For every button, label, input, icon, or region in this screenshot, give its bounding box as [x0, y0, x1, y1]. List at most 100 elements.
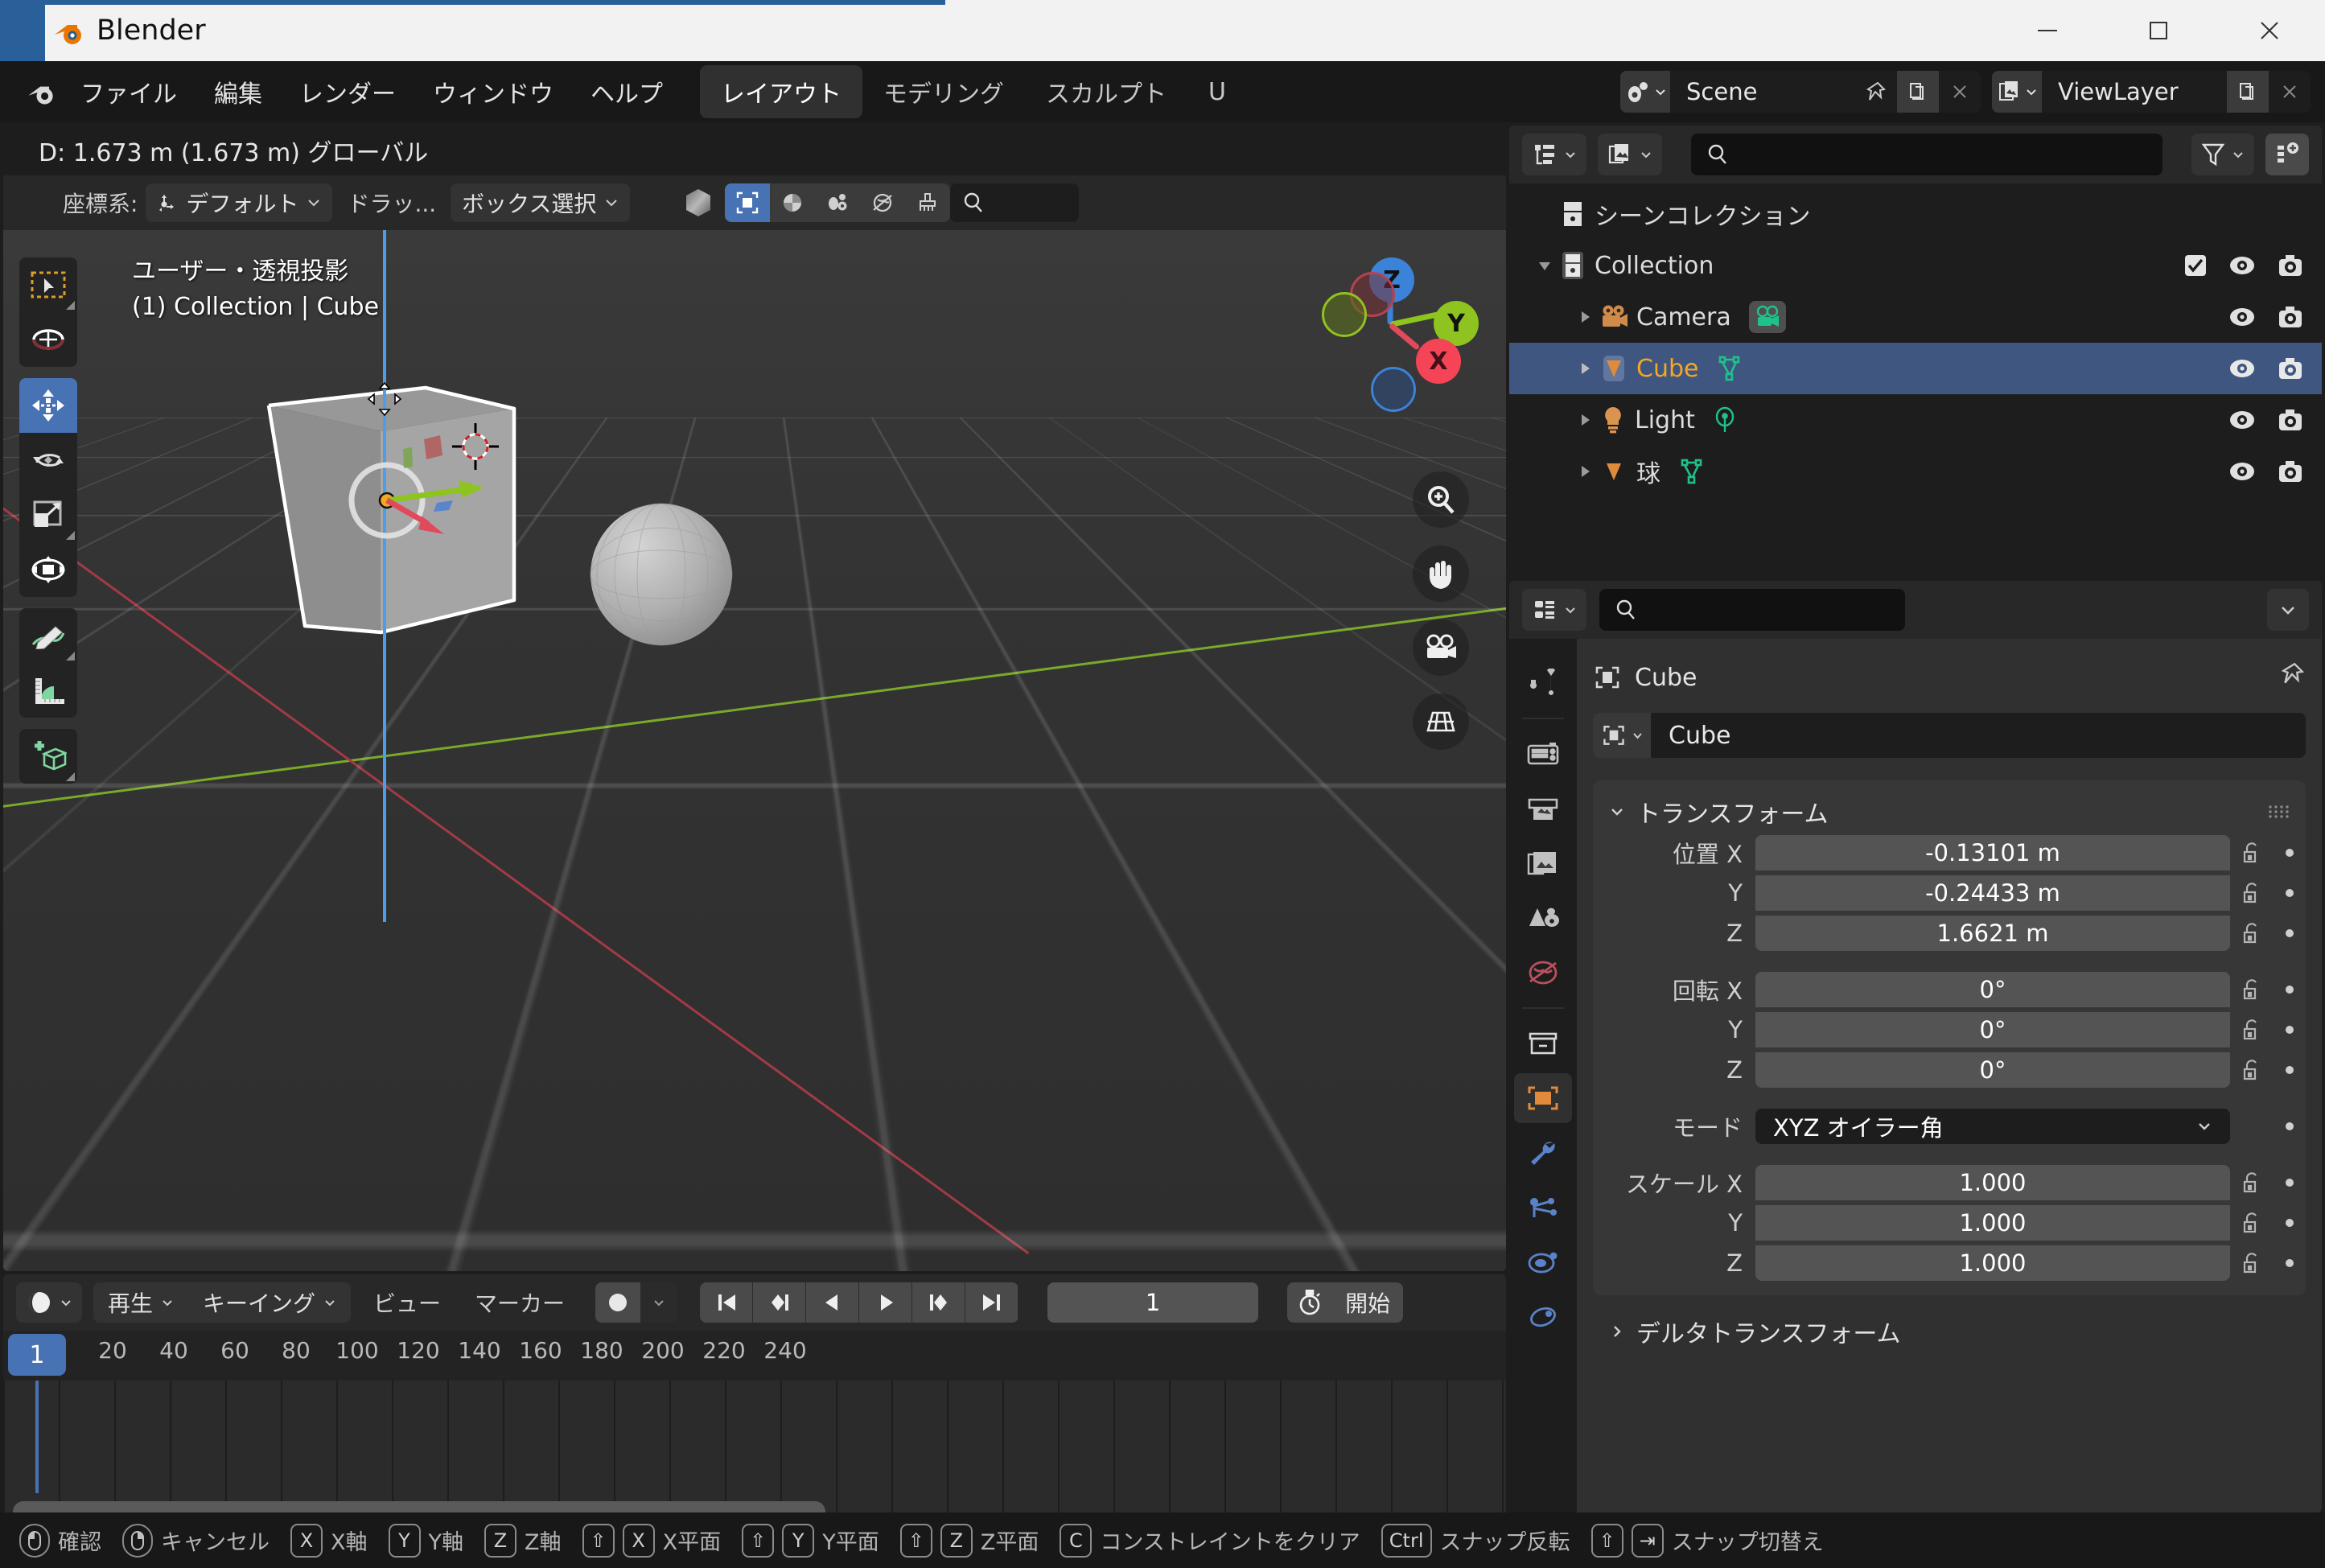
- transform-tool[interactable]: [19, 542, 77, 597]
- lock-icon[interactable]: [2230, 841, 2274, 865]
- camera-render-icon[interactable]: [2277, 305, 2304, 329]
- viewlayer-selector[interactable]: ViewLayer: [1992, 71, 2311, 113]
- record-icon[interactable]: [595, 1282, 640, 1323]
- minimize-icon[interactable]: [1992, 0, 2103, 61]
- location-z-value[interactable]: 1.6621 m: [1755, 916, 2230, 951]
- add-cube-tool[interactable]: [19, 729, 77, 784]
- scale-z-value[interactable]: 1.000: [1755, 1245, 2230, 1281]
- rotation-mode-dropdown[interactable]: XYZ オイラー角: [1755, 1109, 2230, 1144]
- location-y-value[interactable]: -0.24433 m: [1755, 875, 2230, 911]
- measure-tool[interactable]: [19, 663, 77, 718]
- outliner-search-input[interactable]: [1691, 134, 2162, 175]
- outliner-filter-button[interactable]: [2191, 134, 2254, 175]
- menu-render[interactable]: レンダー: [285, 68, 410, 116]
- object-name-field[interactable]: Cube: [1593, 713, 2306, 758]
- current-frame-input[interactable]: 1: [1047, 1282, 1258, 1323]
- zoom-icon[interactable]: [1413, 471, 1469, 528]
- camera-render-icon[interactable]: [2277, 459, 2304, 484]
- lock-icon[interactable]: [2230, 977, 2274, 1002]
- chevron-down-icon[interactable]: [2267, 589, 2309, 631]
- tab-modeling[interactable]: モデリング: [862, 65, 1025, 118]
- maximize-icon[interactable]: [2103, 0, 2214, 61]
- jump-end-icon[interactable]: [965, 1282, 1018, 1323]
- close-icon[interactable]: [2214, 0, 2325, 61]
- scale-x-value[interactable]: 1.000: [1755, 1165, 2230, 1200]
- material-preview-icon[interactable]: [770, 183, 815, 222]
- play-icon[interactable]: [859, 1282, 912, 1323]
- object-tab[interactable]: [1514, 1073, 1572, 1123]
- lock-icon[interactable]: [2230, 1018, 2274, 1042]
- timeline-editor-type-button[interactable]: [16, 1282, 82, 1323]
- scene-tab[interactable]: [1514, 893, 1572, 943]
- outliner-row-sphere[interactable]: 球: [1509, 446, 2322, 497]
- animate-dot-icon[interactable]: [2274, 887, 2306, 899]
- camera-view-icon[interactable]: [1413, 619, 1469, 676]
- viewlayer-tab[interactable]: [1514, 838, 1572, 888]
- toggle-perspective-icon[interactable]: [1413, 693, 1469, 750]
- lock-icon[interactable]: [2230, 1251, 2274, 1275]
- lock-icon[interactable]: [2230, 881, 2274, 905]
- expander-icon[interactable]: [1570, 411, 1599, 429]
- lock-icon[interactable]: [2230, 921, 2274, 945]
- animate-dot-icon[interactable]: [2274, 1064, 2306, 1076]
- select-mode-dropdown[interactable]: ボックス選択: [451, 183, 630, 222]
- animate-dot-icon[interactable]: [2274, 1121, 2306, 1132]
- lock-icon[interactable]: [2230, 1211, 2274, 1235]
- outliner-row-collection[interactable]: Collection: [1509, 240, 2322, 291]
- timeline-track-area[interactable]: [3, 1381, 1506, 1533]
- rendered-icon[interactable]: [815, 183, 860, 222]
- expander-icon[interactable]: [1570, 360, 1599, 377]
- scene-selector[interactable]: Scene: [1620, 71, 1981, 113]
- rotation-z-value[interactable]: 0°: [1755, 1052, 2230, 1088]
- jump-start-icon[interactable]: [700, 1282, 753, 1323]
- expander-icon[interactable]: [1530, 257, 1559, 274]
- menu-playback[interactable]: 再生: [93, 1282, 188, 1323]
- menu-edit[interactable]: 編集: [200, 68, 277, 116]
- close-icon[interactable]: [2269, 71, 2311, 113]
- drag-dots-icon[interactable]: [2267, 798, 2290, 826]
- animate-dot-icon[interactable]: [2274, 1177, 2306, 1188]
- collection-tab[interactable]: [1514, 1019, 1572, 1068]
- menu-keying[interactable]: キーイング: [188, 1282, 351, 1323]
- rotation-x-value[interactable]: 0°: [1755, 972, 2230, 1007]
- timeline-ruler[interactable]: 20 40 60 80 100 120 140 160 180 200 220 …: [3, 1331, 1506, 1381]
- delta-transform-panel-header[interactable]: デルタトランスフォーム: [1593, 1310, 2306, 1353]
- menu-marker[interactable]: マーカー: [463, 1286, 576, 1319]
- expander-icon[interactable]: [1570, 308, 1599, 326]
- camera-render-icon[interactable]: [2277, 408, 2304, 432]
- scene-name[interactable]: Scene: [1670, 71, 1855, 113]
- solid-shading-icon[interactable]: [725, 183, 770, 222]
- cursor-tool[interactable]: [19, 312, 77, 367]
- light-data-icon[interactable]: [1713, 405, 1737, 434]
- eye-icon[interactable]: [2228, 306, 2256, 328]
- rotation-y-value[interactable]: 0°: [1755, 1012, 2230, 1047]
- render-tab[interactable]: [1514, 729, 1572, 779]
- object-name-value[interactable]: Cube: [1651, 713, 2306, 758]
- camera-render-icon[interactable]: [2277, 253, 2304, 278]
- eye-icon[interactable]: [2228, 357, 2256, 380]
- particles-tab[interactable]: [1514, 1183, 1572, 1233]
- world-tab[interactable]: [1514, 948, 1572, 998]
- properties-search-input[interactable]: [1599, 589, 1905, 631]
- outliner-display-mode-button[interactable]: [1522, 134, 1586, 175]
- physics-tab[interactable]: [1514, 1237, 1572, 1287]
- lock-icon[interactable]: [2230, 1171, 2274, 1195]
- outliner-row-light[interactable]: Light: [1509, 394, 2322, 446]
- copy-icon[interactable]: [2227, 71, 2269, 113]
- navigation-gizmo[interactable]: Z Y X: [1311, 254, 1472, 415]
- tab-sculpting[interactable]: スカルプト: [1025, 65, 1187, 118]
- menu-window[interactable]: ウィンドウ: [418, 68, 568, 116]
- rotate-tool[interactable]: [19, 433, 77, 488]
- orientation-dropdown[interactable]: デフォルト: [146, 183, 332, 222]
- tweak-select-box-tool[interactable]: [19, 257, 77, 312]
- copy-icon[interactable]: [1897, 71, 1939, 113]
- animate-dot-icon[interactable]: [2274, 1217, 2306, 1228]
- menu-help[interactable]: ヘルプ: [576, 68, 677, 116]
- scale-y-value[interactable]: 1.000: [1755, 1205, 2230, 1241]
- blender-menu-icon[interactable]: [24, 75, 58, 109]
- animate-dot-icon[interactable]: [2274, 984, 2306, 995]
- eye-icon[interactable]: [2228, 460, 2256, 483]
- world-shading-icon[interactable]: [860, 183, 905, 222]
- next-keyframe-icon[interactable]: [912, 1282, 965, 1323]
- prev-keyframe-icon[interactable]: [753, 1282, 806, 1323]
